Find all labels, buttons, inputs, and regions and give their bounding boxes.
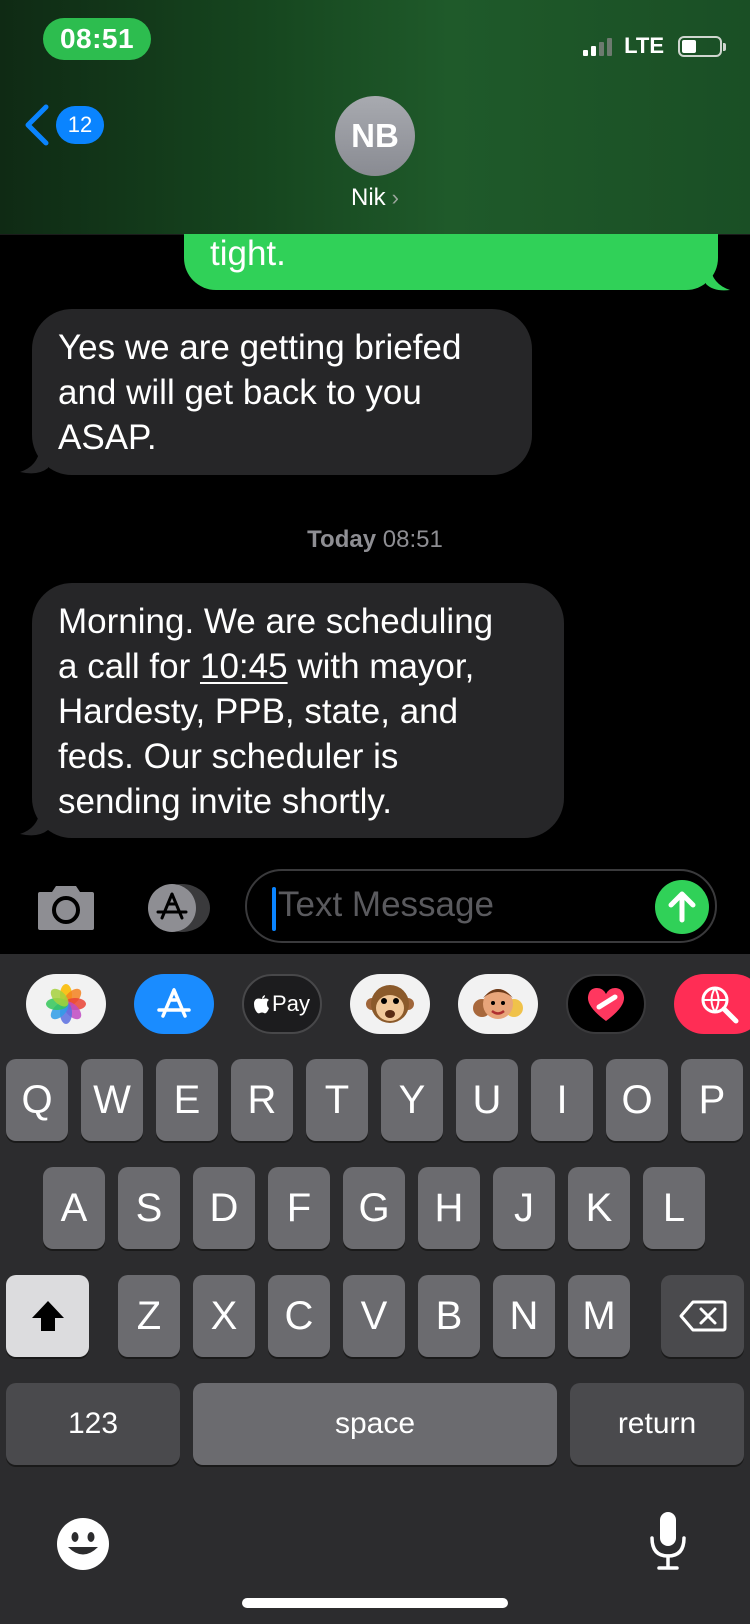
app-store-a-icon	[157, 988, 191, 1018]
key-x[interactable]: X	[193, 1275, 255, 1357]
key-d[interactable]: D	[193, 1167, 255, 1249]
app-store-button[interactable]	[140, 882, 212, 934]
back-button[interactable]: 12	[22, 104, 104, 146]
message-line: sending invite shortly.	[58, 782, 392, 821]
unread-count-badge: 12	[56, 106, 104, 144]
key-f[interactable]: F	[268, 1167, 330, 1249]
key-t[interactable]: T	[306, 1059, 368, 1141]
key-z[interactable]: Z	[118, 1275, 180, 1357]
numbers-key[interactable]: 123	[6, 1383, 180, 1465]
key-p[interactable]: P	[681, 1059, 743, 1141]
monkey-icon	[366, 985, 414, 1023]
space-key[interactable]: space	[193, 1383, 557, 1465]
key-q[interactable]: Q	[6, 1059, 68, 1141]
arrow-up-icon	[668, 891, 696, 923]
return-key[interactable]: return	[570, 1383, 744, 1465]
key-h[interactable]: H	[418, 1167, 480, 1249]
message-input-placeholder: Text Message	[278, 885, 494, 924]
key-r[interactable]: R	[231, 1059, 293, 1141]
contact-avatar[interactable]: NB	[335, 96, 415, 176]
heart-icon	[587, 988, 625, 1021]
digital-touch-app-button[interactable]	[566, 974, 646, 1034]
delete-key[interactable]	[661, 1275, 744, 1357]
key-k[interactable]: K	[568, 1167, 630, 1249]
key-g[interactable]: G	[343, 1167, 405, 1249]
app-store-app-button[interactable]	[134, 974, 214, 1034]
message-line: Hardesty, PPB, state, and	[58, 692, 459, 731]
contact-name-label: Nik	[351, 184, 386, 211]
chevron-left-icon	[25, 104, 49, 146]
received-message-bubble-latest[interactable]: Morning. We are scheduling a call for 10…	[32, 583, 564, 838]
image-search-app-button[interactable]	[674, 974, 750, 1034]
microphone-icon[interactable]	[648, 1510, 688, 1572]
camera-icon[interactable]	[34, 884, 98, 932]
chevron-right-icon: ›	[391, 185, 399, 210]
apple-pay-label: Pay	[272, 991, 310, 1016]
conversation-header: 08:51 LTE 12 NB Nik ›	[0, 0, 750, 235]
apple-logo-icon	[254, 995, 270, 1014]
globe-search-icon	[701, 986, 739, 1024]
text-caret	[272, 887, 276, 931]
home-indicator[interactable]	[242, 1598, 508, 1608]
apple-pay-button[interactable]: Pay	[242, 974, 322, 1034]
received-message-text: Yes we are getting briefed and will get …	[58, 328, 462, 457]
message-line: a call for 10:45 with mayor,	[58, 647, 475, 686]
message-line: Morning. We are scheduling	[58, 602, 494, 641]
send-button[interactable]	[655, 880, 709, 934]
battery-icon	[678, 35, 726, 57]
key-u[interactable]: U	[456, 1059, 518, 1141]
key-w[interactable]: W	[81, 1059, 143, 1141]
status-time-pill[interactable]: 08:51	[43, 18, 151, 60]
time-link[interactable]: 10:45	[200, 647, 288, 686]
key-n[interactable]: N	[493, 1275, 555, 1357]
shift-key[interactable]	[6, 1275, 89, 1357]
backspace-icon	[679, 1300, 726, 1332]
received-message-bubble[interactable]: Yes we are getting briefed and will get …	[32, 309, 532, 475]
key-s[interactable]: S	[118, 1167, 180, 1249]
key-c[interactable]: C	[268, 1275, 330, 1357]
sent-bubble-tail	[706, 266, 730, 291]
contact-name[interactable]: Nik ›	[0, 184, 750, 212]
received-bubble-tail	[20, 810, 48, 836]
key-y[interactable]: Y	[381, 1059, 443, 1141]
key-i[interactable]: I	[531, 1059, 593, 1141]
key-o[interactable]: O	[606, 1059, 668, 1141]
conversation-timestamp: Today 08:51	[0, 526, 750, 554]
emoji-keyboard-icon[interactable]	[55, 1516, 111, 1572]
cellular-signal-icon	[583, 36, 613, 56]
key-b[interactable]: B	[418, 1275, 480, 1357]
key-v[interactable]: V	[343, 1275, 405, 1357]
received-bubble-tail	[20, 448, 48, 474]
status-indicators: LTE	[583, 30, 726, 62]
photos-icon	[46, 984, 86, 1024]
key-m[interactable]: M	[568, 1275, 630, 1357]
key-l[interactable]: L	[643, 1167, 705, 1249]
key-a[interactable]: A	[43, 1167, 105, 1249]
network-type: LTE	[624, 33, 664, 58]
photos-app-button[interactable]	[26, 974, 106, 1034]
animoji-app-button[interactable]	[350, 974, 430, 1034]
message-input[interactable]: Text Message	[245, 869, 717, 943]
timestamp-time: 08:51	[382, 526, 443, 553]
timestamp-day: Today	[307, 526, 377, 553]
sent-message-text: tight.	[210, 234, 286, 273]
key-e[interactable]: E	[156, 1059, 218, 1141]
key-j[interactable]: J	[493, 1167, 555, 1249]
shift-arrow-icon	[31, 1301, 64, 1331]
memoji-icon	[473, 989, 523, 1019]
app-store-icon	[148, 884, 210, 932]
sent-message-bubble[interactable]: tight.	[184, 234, 718, 290]
message-line: feds. Our scheduler is	[58, 737, 399, 776]
memoji-app-button[interactable]	[458, 974, 538, 1034]
